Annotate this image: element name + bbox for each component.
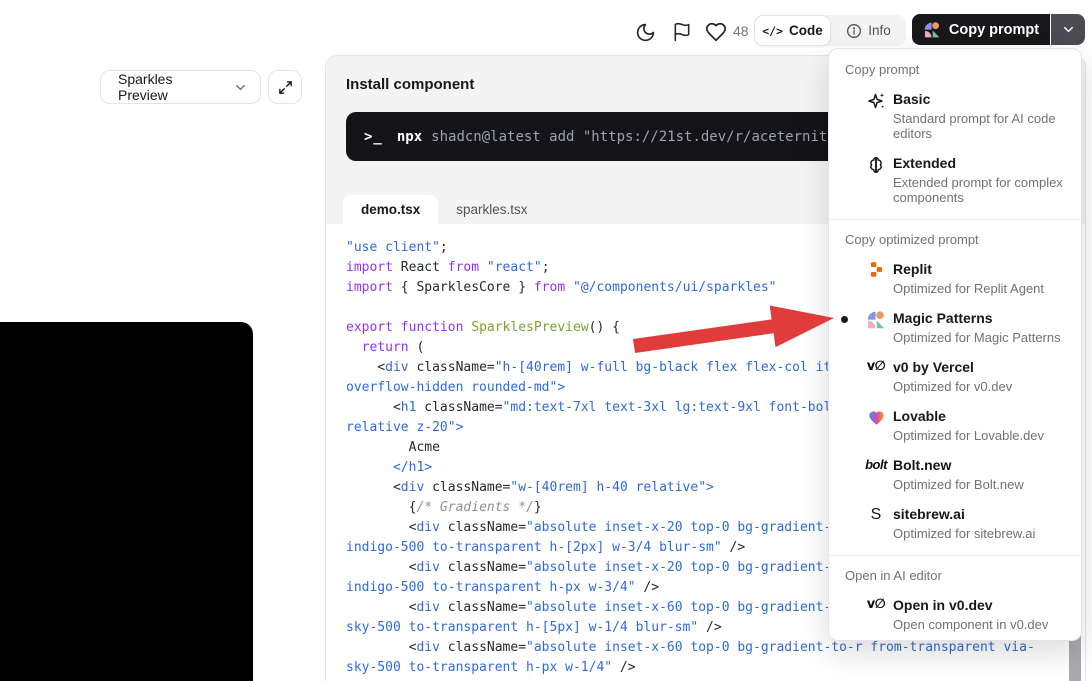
- menu-item-desc: Optimized for v0.dev: [893, 379, 1067, 394]
- brain-icon: [866, 155, 886, 175]
- like-button[interactable]: [704, 20, 728, 44]
- fullscreen-button[interactable]: [268, 70, 302, 104]
- expand-icon: [278, 80, 293, 95]
- magic-patterns-logo-icon: [923, 21, 941, 39]
- menu-item-desc: Open component in v0.dev: [893, 617, 1067, 632]
- v0-logo: v∅: [867, 359, 886, 374]
- menu-item-open-v0[interactable]: v∅ Open in v0.dev Open component in v0.d…: [829, 590, 1081, 639]
- menu-item-title: Replit: [893, 260, 1067, 278]
- copy-prompt-dropdown-toggle[interactable]: [1051, 14, 1085, 45]
- terminal-bin: npx: [397, 129, 422, 145]
- magic-patterns-logo: [866, 310, 886, 330]
- flag-button[interactable]: [670, 20, 694, 44]
- menu-item-basic[interactable]: Basic Standard prompt for AI code editor…: [829, 84, 1081, 148]
- menu-item-title: Basic: [893, 90, 1067, 108]
- menu-item-title: Extended: [893, 154, 1067, 172]
- view-switcher: </> Code Info: [754, 15, 906, 46]
- menu-item-desc: Optimized for Replit Agent: [893, 281, 1067, 296]
- menu-item-desc: Standard prompt for AI code editors: [893, 111, 1067, 141]
- chevron-down-icon: [1061, 22, 1076, 37]
- menu-item-title: Magic Patterns: [893, 309, 1067, 327]
- menu-item-magic-patterns[interactable]: Magic Patterns Optimized for Magic Patte…: [829, 303, 1081, 352]
- flag-icon: [672, 22, 692, 42]
- page: 48 </> Code Info Copy prompt Sparkles Pr…: [0, 0, 1092, 681]
- menu-section-open: Open in AI editor: [829, 565, 1081, 590]
- tab-info-label: Info: [868, 23, 891, 38]
- install-title: Install component: [346, 76, 474, 93]
- code-icon: </>: [762, 24, 783, 38]
- menu-item-extended[interactable]: Extended Extended prompt for complex com…: [829, 148, 1081, 212]
- menu-separator: [829, 555, 1081, 556]
- bolt-logo: bolt: [865, 457, 887, 472]
- menu-item-v0[interactable]: v∅ v0 by Vercel Optimized for v0.dev: [829, 352, 1081, 401]
- moon-icon: [635, 22, 656, 43]
- terminal-prompt-icon: >_: [364, 129, 383, 145]
- code-line: <div className="absolute inset-x-60 top-…: [346, 638, 1086, 658]
- tab-info[interactable]: Info: [831, 15, 906, 46]
- copy-prompt-menu: Copy prompt Basic Standard prompt for AI…: [828, 48, 1082, 641]
- tab-demo-label: demo.tsx: [361, 202, 420, 217]
- menu-item-title: Open in v0.dev: [893, 596, 1067, 614]
- copy-prompt-label: Copy prompt: [949, 22, 1039, 38]
- menu-item-sitebrew[interactable]: S sitebrew.ai Optimized for sitebrew.ai: [829, 499, 1081, 548]
- menu-item-title: sitebrew.ai: [893, 505, 1067, 523]
- likes-count: 48: [733, 23, 749, 39]
- copy-prompt-button[interactable]: Copy prompt: [912, 14, 1050, 45]
- menu-item-lovable[interactable]: Lovable Optimized for Lovable.dev: [829, 401, 1081, 450]
- menu-section-copy-prompt: Copy prompt: [829, 59, 1081, 84]
- info-icon: [846, 23, 862, 39]
- terminal-command: shadcn@latest add "https://21st.dev/r/ac…: [431, 129, 836, 145]
- sitebrew-logo: S: [871, 506, 882, 524]
- menu-item-desc: Optimized for Lovable.dev: [893, 428, 1067, 443]
- selected-indicator-dot: [841, 316, 848, 323]
- tab-code-label: Code: [789, 23, 823, 38]
- lovable-logo: [867, 408, 886, 427]
- tab-sparkles-label: sparkles.tsx: [456, 202, 527, 217]
- replit-logo: [868, 261, 885, 278]
- dark-mode-toggle[interactable]: [633, 20, 657, 44]
- sparkles-icon: [866, 91, 886, 111]
- menu-item-bolt[interactable]: bolt Bolt.new Optimized for Bolt.new: [829, 450, 1081, 499]
- menu-item-replit[interactable]: Replit Optimized for Replit Agent: [829, 254, 1081, 303]
- component-preview-panel: [0, 322, 253, 681]
- tab-code[interactable]: </> Code: [754, 15, 831, 46]
- menu-section-optimized: Copy optimized prompt: [829, 229, 1081, 254]
- menu-item-desc: Extended prompt for complex components: [893, 175, 1067, 205]
- menu-item-desc: Optimized for sitebrew.ai: [893, 526, 1067, 541]
- menu-separator: [829, 219, 1081, 220]
- menu-item-desc: Optimized for Bolt.new: [893, 477, 1067, 492]
- code-line: sky-500 to-transparent h-px w-1/4" />: [346, 658, 1086, 678]
- menu-item-title: v0 by Vercel: [893, 358, 1067, 376]
- menu-item-title: Lovable: [893, 407, 1067, 425]
- component-selector-label: Sparkles Preview: [118, 71, 223, 103]
- file-tabs: demo.tsx sparkles.tsx: [343, 195, 546, 224]
- menu-item-desc: Optimized for Magic Patterns: [893, 330, 1067, 345]
- menu-item-title: Bolt.new: [893, 456, 1067, 474]
- tab-demo-tsx[interactable]: demo.tsx: [343, 195, 438, 224]
- heart-icon: [705, 21, 727, 43]
- tab-sparkles-tsx[interactable]: sparkles.tsx: [438, 195, 545, 224]
- v0-logo: v∅: [867, 597, 886, 612]
- component-selector[interactable]: Sparkles Preview: [100, 70, 261, 104]
- chevron-down-icon: [233, 80, 248, 95]
